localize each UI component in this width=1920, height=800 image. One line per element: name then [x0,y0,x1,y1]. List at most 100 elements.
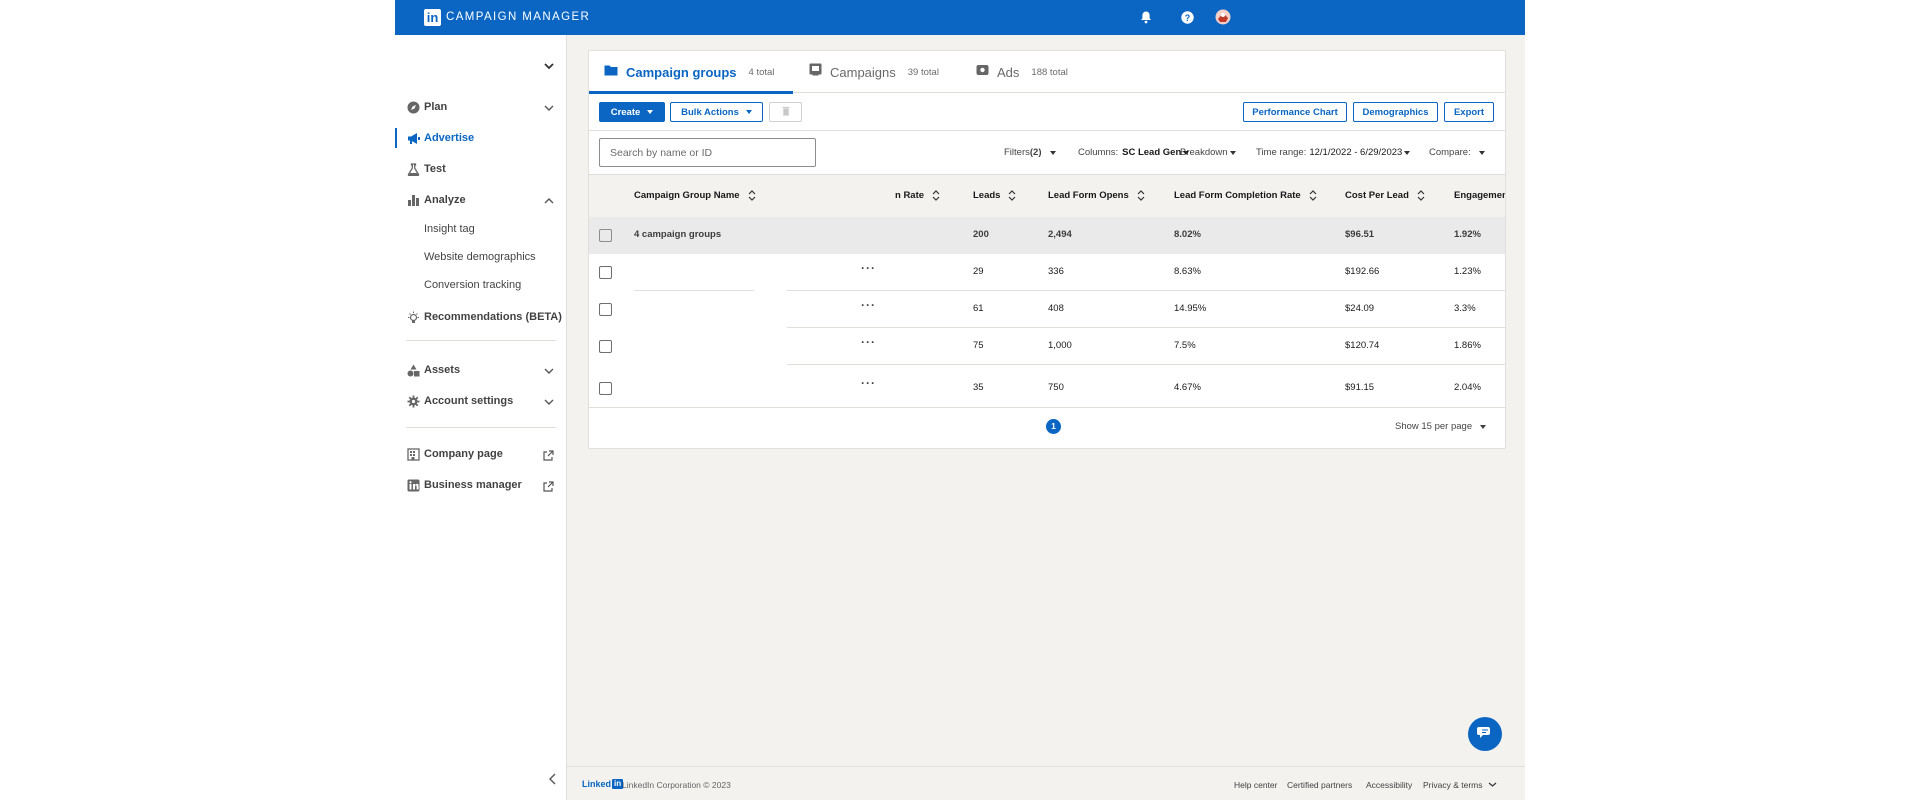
caret-down-icon [1049,150,1056,155]
collapse-sidebar-icon[interactable] [548,772,560,786]
chat-button[interactable] [1468,717,1502,751]
sidebar-item-recommendations[interactable]: Recommendations (BETA) [395,305,567,329]
compare-dropdown[interactable]: Compare: [1429,147,1485,158]
megaphone-icon [406,131,420,145]
avatar[interactable] [1215,9,1231,25]
sidebar-subitem-conversion-tracking[interactable]: Conversion tracking [424,279,521,291]
sidebar-item-label: Company page [424,448,503,460]
footer-link-certified-partners[interactable]: Certified partners [1287,780,1352,790]
caret-down-icon [1480,424,1487,429]
sidebar-item-plan[interactable]: Plan [395,95,567,119]
columns-dropdown[interactable]: Columns: SC Lead Gen [1078,147,1190,158]
footer-link-accessibility[interactable]: Accessibility [1366,780,1412,790]
cell-lead-form-opens: 336 [1048,266,1064,277]
sidebar-item-company-page[interactable]: Company page [395,442,567,466]
external-link-icon[interactable] [543,479,555,492]
demographics-button[interactable]: Demographics [1353,102,1438,122]
more-actions-button[interactable]: ··· [861,298,876,312]
chevron-up-icon[interactable] [543,194,555,206]
campaign-icon [809,63,822,81]
column-header-lead-form-opens[interactable]: Lead Form Opens [1048,190,1145,201]
bulk-actions-button[interactable]: Bulk Actions [670,102,763,122]
time-range-dropdown[interactable]: Time range: 12/1/2022 - 6/29/2023 [1256,147,1411,158]
footer-link-privacy-terms[interactable]: Privacy & terms [1423,780,1497,790]
sort-icon [1137,190,1145,201]
chevron-down-icon[interactable] [543,364,555,376]
tab-campaigns[interactable]: Campaigns 39 total [809,51,939,93]
sidebar-subitem-insight-tag[interactable]: Insight tag [424,223,475,235]
row-checkbox[interactable] [599,229,612,242]
compass-icon [406,100,420,114]
footer-copyright: LinkedIn Corporation © 2023 [622,780,731,790]
sort-icon [748,190,756,201]
more-actions-button[interactable]: ··· [861,261,876,275]
sidebar-item-business-manager[interactable]: Business manager [395,473,567,497]
cell-cost-per-lead: $91.15 [1345,382,1375,393]
sort-icon [932,190,940,201]
caret-down-icon [647,110,654,114]
cell-cost-per-lead: $96.51 [1345,229,1375,240]
row-checkbox[interactable] [599,266,612,279]
cell-leads: 61 [973,303,984,314]
sidebar-subitem-website-demographics[interactable]: Website demographics [424,251,536,263]
row-checkbox[interactable] [599,303,612,316]
cell-lead-form-opens: 1,000 [1048,340,1072,351]
tab-bar: Campaign groups 4 total Campaigns 39 tot… [589,51,1505,94]
sort-icon [1417,190,1425,201]
campaign-manager-app: in CAMPAIGN MANAGER ? Plan Advertise Tes… [395,0,1525,800]
sidebar-divider [406,427,556,428]
chat-icon [1477,725,1493,744]
export-button[interactable]: Export [1444,102,1494,122]
performance-chart-button[interactable]: Performance Chart [1243,102,1347,122]
column-header-leads[interactable]: Leads [973,190,1016,201]
sidebar-item-label: Business manager [424,479,522,491]
filters-dropdown[interactable]: Filters (2) [1004,147,1056,158]
sidebar-item-advertise[interactable]: Advertise [395,126,567,150]
per-page-dropdown[interactable]: Show 15 per page [1395,421,1487,432]
sidebar-account-dropdown[interactable] [543,59,559,75]
row-checkbox[interactable] [599,340,612,353]
page-1-button[interactable]: 1 [1046,419,1061,434]
external-link-icon[interactable] [543,448,555,461]
bell-icon[interactable] [1138,9,1154,25]
column-header-rate[interactable]: n Rate [895,190,940,201]
chevron-down-icon[interactable] [543,101,555,113]
top-navigation-bar: in CAMPAIGN MANAGER ? [395,0,1525,35]
ad-icon [976,63,989,81]
folder-icon [604,63,618,81]
tab-campaign-groups[interactable]: Campaign groups 4 total [589,51,793,94]
sidebar-item-label: Analyze [424,194,466,206]
more-actions-button[interactable]: ··· [861,376,876,390]
delete-button[interactable] [769,102,802,122]
create-button[interactable]: Create [599,102,665,122]
more-actions-button[interactable]: ··· [861,335,876,349]
chevron-down-icon[interactable] [543,395,555,407]
tab-ads[interactable]: Ads 188 total [976,51,1068,93]
sidebar-item-test[interactable]: Test [395,157,567,181]
caret-down-icon [1229,150,1236,155]
cell-engagement: 2.04% [1454,382,1481,393]
cell-engagement: 1.23% [1454,266,1481,277]
sidebar-item-assets[interactable]: Assets [395,358,567,382]
footer-link-help-center[interactable]: Help center [1234,780,1277,790]
cell-cost-per-lead: $120.74 [1345,340,1380,351]
app-title[interactable]: CAMPAIGN MANAGER [446,11,590,23]
linkedin-logo-icon[interactable]: in [424,9,441,26]
help-icon[interactable]: ? [1179,9,1195,25]
filter-bar: Filters(2) Columns:SC Lead Gen Breakdown… [589,131,1505,175]
cell-engagement: 1.86% [1454,340,1481,351]
building-icon [406,447,420,461]
search-input[interactable] [599,138,816,167]
sidebar-item-analyze[interactable]: Analyze [395,188,567,212]
table-row: ··· 35 750 4.67% $91.15 2.04% [589,365,1505,407]
table-row: ··· 75 1,000 7.5% $120.74 1.86% [589,328,1505,365]
sidebar-item-account-settings[interactable]: Account settings [395,389,567,413]
cell-completion-rate: 14.95% [1174,303,1207,314]
column-header-cost-per-lead[interactable]: Cost Per Lead [1345,190,1425,201]
row-checkbox[interactable] [599,382,612,395]
column-header-lead-form-completion-rate[interactable]: Lead Form Completion Rate [1174,190,1317,201]
column-header-engagement[interactable]: Engagement [1454,190,1505,201]
cell-completion-rate: 7.5% [1174,340,1196,351]
column-header-campaign-group-name[interactable]: Campaign Group Name [634,190,756,201]
breakdown-dropdown[interactable]: Breakdown [1180,147,1236,158]
